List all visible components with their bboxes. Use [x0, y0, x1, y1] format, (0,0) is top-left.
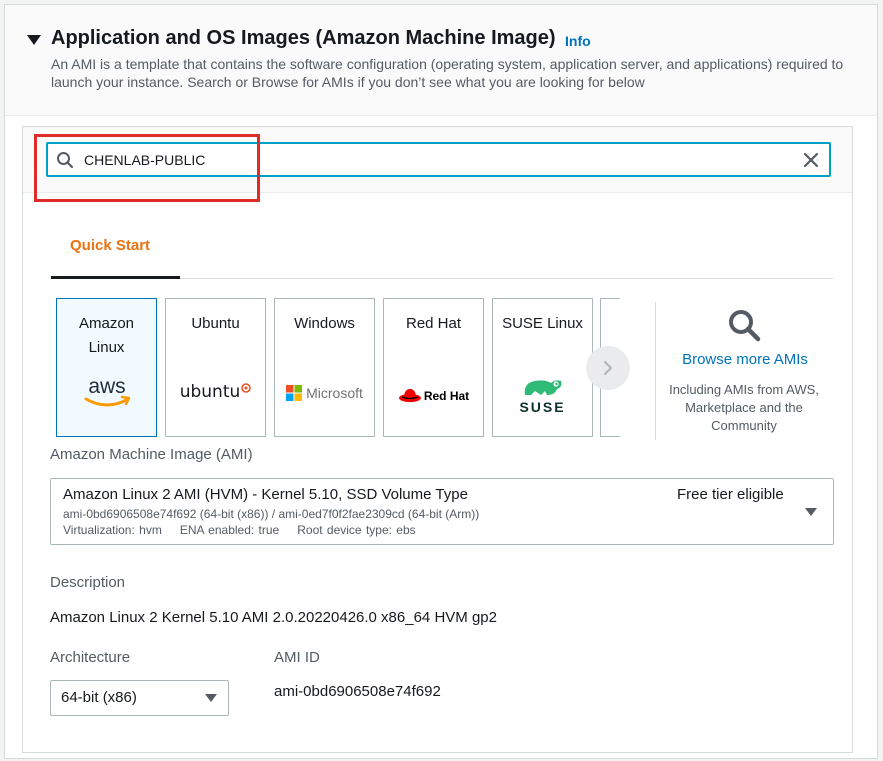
ami-virtualization: Virtualization: hvm [63, 523, 162, 537]
os-card-amazon-linux[interactable]: Amazon Linux aws [56, 298, 157, 437]
search-icon [729, 310, 761, 342]
caret-down-icon [805, 508, 817, 516]
section-title: Application and OS Images (Amazon Machin… [51, 27, 556, 49]
description-value: Amazon Linux 2 Kernel 5.10 AMI 2.0.20220… [50, 609, 497, 626]
ami-label: Amazon Machine Image (AMI) [50, 446, 253, 463]
chevron-right-icon [604, 361, 612, 375]
browse-more-amis-link[interactable]: Browse more AMIs [660, 351, 830, 368]
aws-logo-icon: aws [57, 373, 156, 413]
svg-text:aws: aws [88, 375, 125, 398]
caret-down-icon [205, 694, 217, 702]
red-hat-logo-icon: Red Hat [384, 387, 483, 405]
ubuntu-logo-icon: ubuntu [166, 382, 265, 402]
ami-name: Amazon Linux 2 AMI (HVM) - Kernel 5.10, … [63, 486, 468, 503]
ami-search-input[interactable] [84, 149, 784, 171]
ami-ena: ENA enabled: true [179, 523, 280, 537]
ami-dropdown[interactable]: Amazon Linux 2 AMI (HVM) - Kernel 5.10, … [50, 478, 834, 545]
description-label: Description [50, 574, 126, 591]
architecture-select[interactable]: 64-bit (x86) [50, 680, 229, 716]
ami-attributes: Virtualization: hvm ENA enabled: true Root… [63, 523, 434, 537]
os-card-label: Amazon [78, 315, 135, 332]
os-card-windows[interactable]: Windows Microsoft [274, 298, 375, 437]
ami-search-box[interactable] [46, 142, 831, 177]
architecture-value: 64-bit (x86) [61, 689, 137, 706]
ami-ids: ami-0bd6906508e74f692 (64-bit (x86)) / a… [63, 507, 480, 521]
close-icon[interactable] [801, 150, 821, 170]
search-bar-area [23, 127, 852, 193]
browse-more-amis-subtext: Including AMIs from AWS, Marketplace and… [669, 382, 819, 433]
os-card-ubuntu[interactable]: Ubuntu ubuntu [165, 298, 266, 437]
section-header: Application and OS Images (Amazon Machin… [5, 5, 877, 116]
ami-selector-container [22, 126, 853, 753]
carousel-next-button[interactable] [586, 346, 630, 390]
active-tab-indicator [51, 276, 180, 279]
os-card-label: Ubuntu [191, 315, 240, 332]
architecture-label: Architecture [50, 649, 131, 666]
tab-quick-start[interactable]: Quick Start [70, 237, 150, 254]
collapse-caret-icon[interactable] [27, 35, 41, 45]
search-icon [57, 152, 74, 169]
ami-id-label: AMI ID [274, 649, 320, 666]
os-card-label: SUSE Linux [502, 315, 583, 332]
microsoft-logo-icon: Microsoft [275, 385, 374, 401]
os-card-label: Windows [294, 315, 355, 332]
ami-root-device: Root device type: ebs [297, 523, 416, 537]
info-link[interactable]: Info [565, 33, 591, 49]
section-description: An AMI is a template that contains the s… [51, 56, 844, 90]
os-card-suse-linux[interactable]: SUSE Linux SUSE [492, 298, 593, 437]
os-card-label: Red Hat [405, 315, 462, 332]
vertical-divider [655, 302, 656, 440]
suse-logo-icon: SUSE [493, 375, 592, 415]
os-card-red-hat[interactable]: Red Hat Red Hat [383, 298, 484, 437]
free-tier-badge: Free tier eligible [677, 486, 784, 503]
ami-id-value: ami-0bd6906508e74f692 [274, 683, 441, 700]
os-card-label-line2: Linux [88, 339, 125, 356]
